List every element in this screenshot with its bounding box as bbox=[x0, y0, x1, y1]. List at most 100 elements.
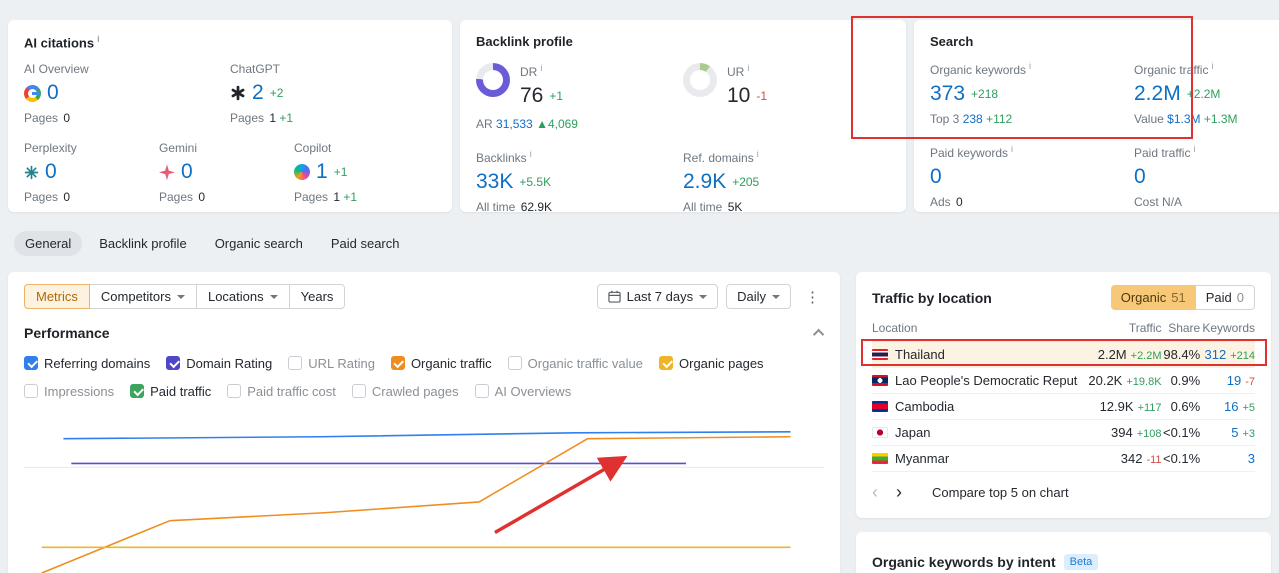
info-icon[interactable] bbox=[1211, 61, 1213, 71]
chatgpt-value[interactable]: 2 bbox=[252, 80, 264, 106]
table-row-laos[interactable]: Lao People's Democratic Reput 20.2K +19.8… bbox=[872, 367, 1255, 394]
info-icon[interactable] bbox=[757, 149, 759, 159]
japan-flag-icon bbox=[872, 427, 888, 438]
chevron-down-icon bbox=[772, 294, 780, 299]
collapse-section-icon[interactable] bbox=[812, 328, 825, 341]
metric-checkbox-url-rating[interactable]: URL Rating bbox=[288, 351, 375, 375]
organic-keywords-value[interactable]: 373 bbox=[930, 81, 965, 107]
checkbox-icon bbox=[24, 356, 38, 370]
tab-paid-search[interactable]: Paid search bbox=[320, 231, 411, 256]
beta-badge: Beta bbox=[1063, 554, 1099, 570]
metric-checkbox-paid-traffic[interactable]: Paid traffic bbox=[130, 379, 211, 403]
competitors-button[interactable]: Competitors bbox=[88, 284, 197, 309]
copilot-value[interactable]: 1 bbox=[316, 159, 328, 185]
backlink-profile-title: Backlink profile bbox=[476, 34, 573, 49]
tab-organic-search[interactable]: Organic search bbox=[204, 231, 314, 256]
ur-value: 10 bbox=[727, 84, 751, 107]
column-header-traffic[interactable]: Traffic bbox=[1085, 318, 1162, 342]
info-icon[interactable] bbox=[1193, 144, 1195, 154]
metric-checkbox-organic-traffic-value[interactable]: Organic traffic value bbox=[507, 351, 643, 375]
organic-paid-toggle: Organic 51 Paid 0 bbox=[1110, 285, 1255, 310]
performance-line-chart bbox=[24, 431, 824, 573]
ar-line: AR 31,533 ▲4,069 bbox=[476, 117, 578, 131]
info-icon[interactable] bbox=[530, 149, 532, 159]
table-row-cambodia[interactable]: Cambodia 12.9K +117 0.6% 16 +5 bbox=[872, 393, 1255, 420]
table-row-japan[interactable]: Japan 394 +108 <0.1% 5 +3 bbox=[872, 419, 1255, 446]
metric-checkbox-organic-pages[interactable]: Organic pages bbox=[659, 351, 764, 375]
locations-button[interactable]: Locations bbox=[195, 284, 290, 309]
paid-toggle-button[interactable]: Paid 0 bbox=[1195, 285, 1255, 310]
perplexity-value[interactable]: 0 bbox=[45, 159, 57, 185]
years-button[interactable]: Years bbox=[288, 284, 346, 309]
metric-checkbox-row: Referring domains Domain Rating URL Rati… bbox=[8, 341, 840, 403]
cambodia-flag-icon bbox=[872, 401, 888, 412]
performance-toolbar: Metrics Competitors Locations Years Last… bbox=[8, 272, 840, 309]
more-options-button[interactable]: ⋮ bbox=[799, 286, 826, 308]
column-header-location[interactable]: Location bbox=[872, 318, 1086, 342]
tab-backlink-profile[interactable]: Backlink profile bbox=[88, 231, 197, 256]
prev-page-icon[interactable]: ‹ bbox=[872, 483, 878, 501]
ai-item-chatgpt: ChatGPT 2 +2 Pages 1 +1 bbox=[230, 62, 294, 126]
search-card-title: Search bbox=[930, 34, 974, 49]
myanmar-flag-icon bbox=[872, 453, 888, 464]
backlinks-value[interactable]: 33K bbox=[476, 169, 513, 195]
checkbox-icon bbox=[507, 356, 522, 370]
backlinks-block: Backlinks 33K+5.5K All time 62.9K bbox=[476, 149, 683, 214]
info-icon[interactable] bbox=[747, 63, 749, 73]
dr-value: 76 bbox=[520, 84, 544, 107]
ur-block: UR 10-1 Ref. domains 2.9K+205 All time 5… bbox=[683, 63, 890, 214]
dashboard-root: AI citations AI Overview 0 Pages 0 ChatG… bbox=[0, 0, 1279, 573]
checkbox-icon bbox=[24, 384, 38, 398]
tab-general[interactable]: General bbox=[14, 231, 83, 256]
ai-item-perplexity: Perplexity 0 Pages 0 bbox=[24, 141, 77, 205]
next-page-icon[interactable]: › bbox=[896, 483, 902, 501]
paid-keywords-value[interactable]: 0 bbox=[930, 164, 942, 190]
info-icon[interactable] bbox=[1011, 144, 1013, 154]
metric-checkbox-referring-domains[interactable]: Referring domains bbox=[24, 351, 150, 375]
paid-traffic-value[interactable]: 0 bbox=[1134, 164, 1146, 190]
ai-item-ai-overview: AI Overview 0 Pages 0 bbox=[24, 62, 89, 126]
metrics-button[interactable]: Metrics bbox=[24, 284, 90, 309]
column-header-keywords[interactable]: Keywords bbox=[1200, 318, 1255, 342]
metric-checkbox-impressions[interactable]: Impressions bbox=[24, 379, 114, 403]
info-icon[interactable] bbox=[97, 34, 100, 44]
performance-card: Metrics Competitors Locations Years Last… bbox=[8, 272, 840, 573]
table-row-myanmar[interactable]: Myanmar 342 -11 <0.1% 3 bbox=[872, 445, 1255, 472]
ref-domains-value[interactable]: 2.9K bbox=[683, 169, 726, 195]
date-range-button[interactable]: Last 7 days bbox=[596, 284, 719, 309]
chatgpt-icon bbox=[231, 86, 245, 101]
performance-chart[interactable] bbox=[24, 417, 824, 573]
info-icon[interactable] bbox=[1029, 61, 1031, 71]
column-header-share[interactable]: Share bbox=[1161, 318, 1201, 342]
ur-donut-chart bbox=[683, 63, 717, 97]
checkbox-icon bbox=[474, 384, 489, 398]
ai-citations-row-1: AI Overview 0 Pages 0 ChatGPT 2 +2 Pages … bbox=[24, 62, 436, 125]
checkbox-icon bbox=[227, 384, 242, 398]
search-card: Search Organic keywords 373+218 Top 3 23… bbox=[914, 20, 1279, 212]
metric-checkbox-domain-rating[interactable]: Domain Rating bbox=[166, 351, 272, 375]
metric-checkbox-crawled-pages[interactable]: Crawled pages bbox=[351, 379, 459, 403]
google-icon bbox=[24, 84, 41, 102]
checkbox-icon bbox=[130, 384, 145, 398]
organic-traffic-value[interactable]: 2.2M bbox=[1134, 81, 1181, 107]
calendar-icon bbox=[607, 290, 621, 303]
traffic-by-location-title: Traffic by location bbox=[872, 289, 992, 306]
traffic-by-location-card: Traffic by location Organic 51 Paid 0 Loca… bbox=[856, 272, 1271, 518]
checkbox-icon bbox=[351, 384, 366, 398]
checkbox-icon bbox=[659, 356, 673, 370]
checkbox-icon bbox=[288, 356, 303, 370]
paid-traffic-block: Paid traffic 0 Cost N/A bbox=[1134, 144, 1279, 209]
ai-overview-value[interactable]: 0 bbox=[47, 80, 59, 106]
compare-top5-button[interactable]: Compare top 5 on chart bbox=[932, 485, 1069, 500]
overview-cards-row: AI citations AI Overview 0 Pages 0 ChatG… bbox=[8, 20, 1279, 214]
chevron-down-icon bbox=[699, 294, 708, 299]
granularity-button[interactable]: Daily bbox=[726, 284, 791, 309]
metric-checkbox-organic-traffic[interactable]: Organic traffic bbox=[390, 351, 492, 375]
gemini-value[interactable]: 0 bbox=[181, 159, 193, 185]
metric-checkbox-paid-traffic-cost[interactable]: Paid traffic cost bbox=[227, 379, 336, 403]
table-row-thailand[interactable]: Thailand 2.2M +2.2M 98.4% 312 +214 bbox=[872, 341, 1255, 368]
traffic-by-location-table: Location Traffic Share Keywords Thailand… bbox=[872, 318, 1255, 472]
info-icon[interactable] bbox=[540, 63, 542, 73]
organic-toggle-button[interactable]: Organic 51 bbox=[1110, 285, 1196, 310]
metric-checkbox-ai-overviews[interactable]: AI Overviews bbox=[474, 379, 571, 403]
